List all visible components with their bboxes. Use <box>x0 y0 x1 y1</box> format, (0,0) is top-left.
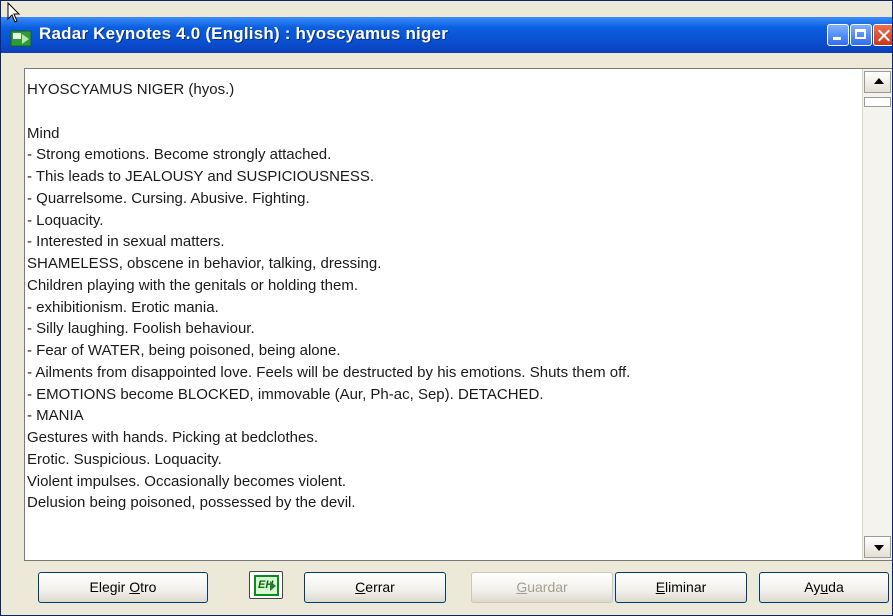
scroll-up-button[interactable] <box>864 71 891 93</box>
text-line: SHAMELESS, obscene in behavior, talking,… <box>27 255 382 272</box>
text-line: - Quarrelsome. Cursing. Abusive. Fightin… <box>27 189 310 207</box>
button-label: Elegir Otro <box>89 579 157 595</box>
text-line: - Fear of WATER, being poisoned, being a… <box>27 342 341 359</box>
elegir-otro-button[interactable]: Elegir Otro <box>38 572 208 603</box>
eh-icon-button[interactable]: EH <box>249 571 283 599</box>
window-title: Radar Keynotes 4.0 (English) : hyoscyamu… <box>39 24 449 43</box>
button-label: Guardar <box>516 579 568 595</box>
app-icon <box>10 30 32 47</box>
keynote-text-area[interactable]: HYOSCYAMUS NIGER (hyos.) Mind - Strong emo… <box>24 68 892 561</box>
text-line: Violent impulses. Occasionally becomes v… <box>27 472 347 490</box>
ayuda-button[interactable]: Ayuda <box>759 572 889 603</box>
minimize-button[interactable] <box>827 24 849 46</box>
app-window: Radar Keynotes 4.0 (English) : hyoscyamu… <box>0 0 893 616</box>
button-label: Cerrar <box>355 579 395 595</box>
keynote-text: HYOSCYAMUS NIGER (hyos.) Mind - Strong emo… <box>27 79 857 514</box>
text-line: - exhibitionism. Erotic mania. <box>27 298 219 316</box>
text-line: - Loquacity. <box>27 211 104 229</box>
scroll-thumb[interactable] <box>864 97 891 107</box>
close-button[interactable] <box>873 24 892 46</box>
text-line: - Interested in sexual matters. <box>27 233 225 251</box>
maximize-button[interactable] <box>850 24 872 46</box>
text-line: Children playing with the genitals or ho… <box>27 276 359 294</box>
vertical-scrollbar[interactable] <box>862 69 892 560</box>
text-line: Gestures with hands. Picking at bedcloth… <box>27 429 318 446</box>
scroll-down-button[interactable] <box>864 536 891 558</box>
text-line: HYOSCYAMUS NIGER (hyos.) <box>27 81 235 98</box>
button-label: Eliminar <box>655 579 707 595</box>
title-bar[interactable]: Radar Keynotes 4.0 (English) : hyoscyamu… <box>1 17 892 53</box>
guardar-button[interactable]: Guardar <box>471 572 613 603</box>
eh-arrow-icon: EH <box>254 575 279 596</box>
text-line: Delusion being poisoned, possessed by th… <box>27 494 356 512</box>
text-line: - MANIA <box>27 407 84 425</box>
text-line: - EMOTIONS become BLOCKED, immovable (Au… <box>27 385 544 403</box>
text-line: - Silly laughing. Foolish behaviour. <box>27 320 255 338</box>
mouse-pointer-icon <box>7 2 21 23</box>
text-line: Erotic. Suspicious. Loquacity. <box>27 450 222 468</box>
text-line: - This leads to JEALOUSY and SUSPICIOUSN… <box>27 168 375 185</box>
button-label: Ayuda <box>804 579 844 595</box>
text-line: - Strong emotions. Become strongly attac… <box>27 146 332 164</box>
text-line: - Ailments from disappointed love. Feels… <box>27 363 631 381</box>
text-line: Mind <box>27 124 60 142</box>
text-line <box>27 101 857 123</box>
cerrar-button[interactable]: Cerrar <box>304 572 446 603</box>
eliminar-button[interactable]: Eliminar <box>615 572 747 603</box>
